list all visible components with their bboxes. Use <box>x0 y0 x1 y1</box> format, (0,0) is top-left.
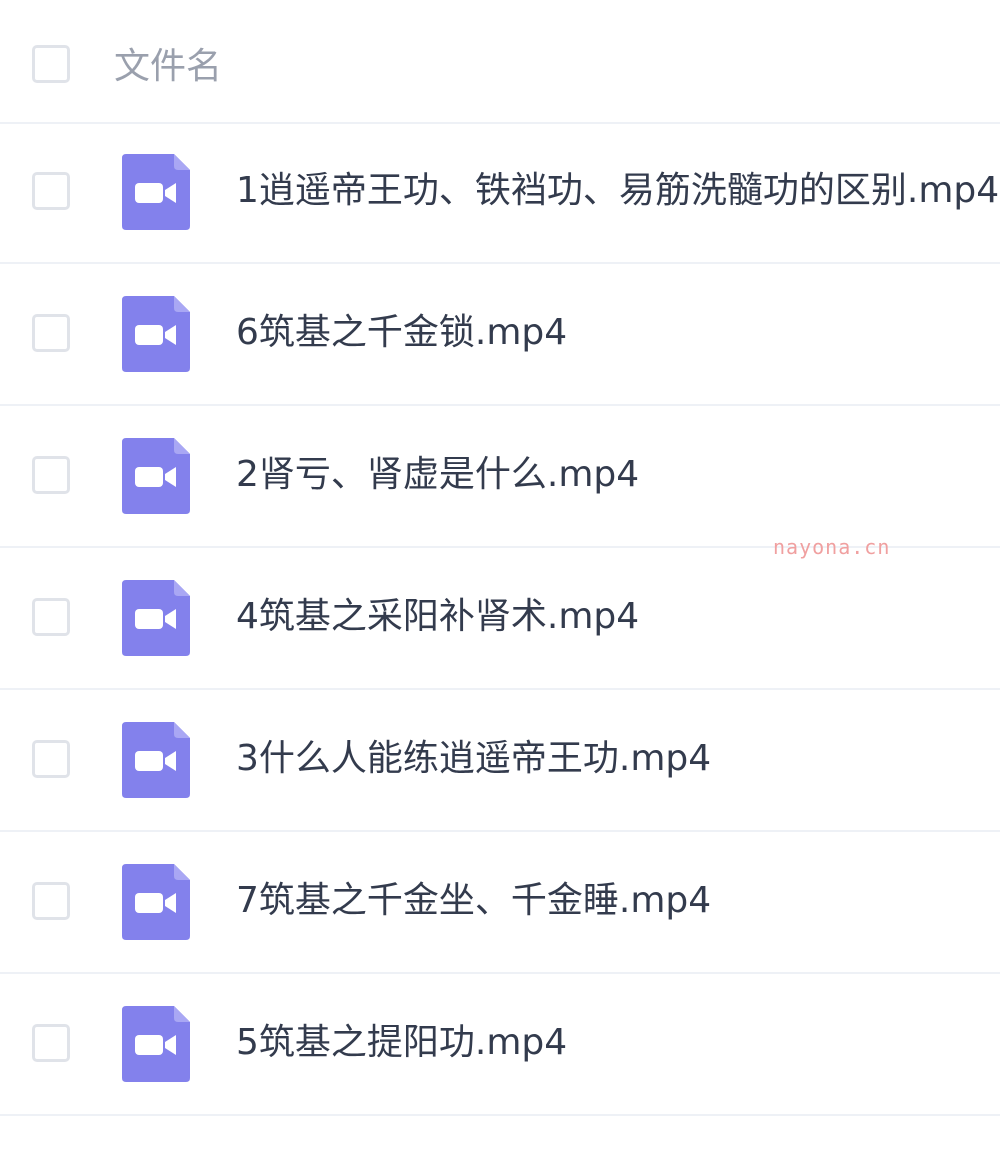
file-checkbox[interactable] <box>32 598 70 636</box>
file-name[interactable]: 7筑基之千金坐、千金睡.mp4 <box>236 876 711 926</box>
file-row[interactable]: 6筑基之千金锁.mp4 <box>0 264 1000 406</box>
video-file-icon <box>122 296 190 372</box>
file-checkbox[interactable] <box>32 740 70 778</box>
select-all-checkbox[interactable] <box>32 45 70 83</box>
file-row[interactable]: 2肾亏、肾虚是什么.mp4 <box>0 406 1000 548</box>
video-file-icon <box>122 864 190 940</box>
file-name[interactable]: 3什么人能练逍遥帝王功.mp4 <box>236 734 711 784</box>
file-name[interactable]: 6筑基之千金锁.mp4 <box>236 308 567 358</box>
file-checkbox[interactable] <box>32 882 70 920</box>
file-row[interactable]: 3什么人能练逍遥帝王功.mp4 <box>0 690 1000 832</box>
file-checkbox[interactable] <box>32 172 70 210</box>
file-checkbox[interactable] <box>32 456 70 494</box>
file-row[interactable]: 4筑基之采阳补肾术.mp4 <box>0 548 1000 690</box>
video-file-icon <box>122 1006 190 1082</box>
file-list: 文件名 1逍遥帝王功、铁裆功、易筋洗髓功的区别.mp4 6筑基之千金锁.mp4 … <box>0 0 1000 1171</box>
filename-column-header[interactable]: 文件名 <box>114 42 222 92</box>
file-name[interactable]: 5筑基之提阳功.mp4 <box>236 1018 567 1068</box>
file-name[interactable]: 1逍遥帝王功、铁裆功、易筋洗髓功的区别.mp4 <box>236 166 999 216</box>
file-checkbox[interactable] <box>32 314 70 352</box>
file-row[interactable]: 7筑基之千金坐、千金睡.mp4 <box>0 832 1000 974</box>
video-file-icon <box>122 722 190 798</box>
video-file-icon <box>122 438 190 514</box>
file-name[interactable]: 2肾亏、肾虚是什么.mp4 <box>236 450 639 500</box>
file-row[interactable]: 5筑基之提阳功.mp4 <box>0 974 1000 1116</box>
video-file-icon <box>122 580 190 656</box>
file-row[interactable]: 1逍遥帝王功、铁裆功、易筋洗髓功的区别.mp4 <box>0 122 1000 264</box>
watermark: nayona.cn <box>773 535 891 559</box>
file-checkbox[interactable] <box>32 1024 70 1062</box>
list-header: 文件名 <box>0 0 1000 124</box>
video-file-icon <box>122 154 190 230</box>
file-name[interactable]: 4筑基之采阳补肾术.mp4 <box>236 592 639 642</box>
